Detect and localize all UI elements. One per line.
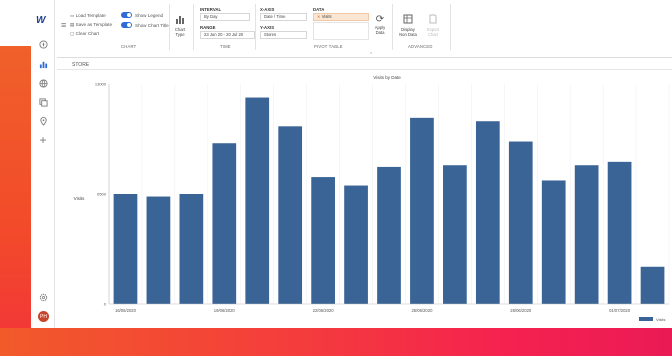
y-tick-label: 13000 <box>95 82 107 87</box>
copy-icon[interactable] <box>37 96 49 108</box>
bar[interactable] <box>245 97 270 305</box>
export-icon <box>423 14 443 27</box>
bar[interactable] <box>278 126 303 304</box>
bar[interactable] <box>607 161 632 304</box>
avatar[interactable]: PH <box>38 311 49 322</box>
ribbon-separator <box>450 4 451 50</box>
interval-heading: INTERVAL <box>200 7 222 12</box>
chart-title: Visits by Date <box>373 75 401 80</box>
data-heading: DATA <box>313 7 325 12</box>
clear-chart-button[interactable]: ▢ Clear Chart <box>70 31 99 37</box>
ribbon-separator <box>193 4 194 50</box>
export-chart-button[interactable]: Export Chart <box>423 14 443 37</box>
x-axis-select[interactable]: Date / Time <box>260 13 307 21</box>
apply-data-button[interactable]: ⟳ Apply Data <box>373 14 387 35</box>
y-axis: 0 6500 13000 <box>95 82 110 307</box>
bar[interactable] <box>443 165 467 304</box>
load-template-button[interactable]: ▭ Load Template <box>70 13 106 19</box>
plus-icon[interactable]: + <box>37 133 49 147</box>
load-template-label: Load Template <box>75 13 106 18</box>
table-icon <box>397 14 419 27</box>
x-tick-label: 01/07/2020 <box>609 308 631 313</box>
y-axis-label: Visits <box>74 196 85 201</box>
bar-chart-icon <box>173 14 187 27</box>
refresh-icon: ⟳ <box>375 14 385 25</box>
location-pin-icon[interactable] <box>37 115 49 127</box>
chart-group-label: CHART <box>121 44 137 49</box>
x-tick-label: 28/06/2020 <box>510 308 532 313</box>
legend: Visits <box>639 317 665 322</box>
show-legend-toggle[interactable] <box>121 12 132 18</box>
y-tick-label: 0 <box>104 302 107 307</box>
x-tick-label: 19/06/2020 <box>214 308 236 313</box>
bar-chart: Visits by Date Visits 0 6500 13000 16/06/2… <box>74 75 670 322</box>
app-logo[interactable]: W <box>36 15 46 26</box>
pivot-table-group-label: PIVOT TABLE <box>314 44 343 49</box>
bar[interactable] <box>377 166 401 304</box>
apply-data-label: Apply Data <box>374 25 386 35</box>
store-label: STORE <box>72 62 90 68</box>
globe-icon[interactable] <box>37 77 49 89</box>
range-picker[interactable]: 23 Jun 20 - 20 Jul 20 <box>200 31 255 39</box>
x-tick-label: 16/06/2020 <box>115 308 137 313</box>
sidebar: W + PH <box>31 0 55 328</box>
display-non-data-label: Display Non Data <box>399 27 417 37</box>
y-tick-label: 6500 <box>97 192 107 197</box>
y-axis-select[interactable]: Stores <box>260 31 307 39</box>
chart-type-label: Chart Type <box>174 27 186 37</box>
bar-chart-icon[interactable] <box>37 58 49 70</box>
save-as-template-button[interactable]: ▤ Save as Template <box>70 22 112 28</box>
bars <box>113 84 670 305</box>
y-axis-heading: Y-AXIS <box>260 25 275 30</box>
ribbon-separator <box>392 4 393 50</box>
ribbon-separator <box>255 4 256 50</box>
x-axis-heading: X-AXIS <box>260 7 275 12</box>
bar[interactable] <box>311 177 335 304</box>
show-chart-title-label: Show Chart Title <box>135 23 169 28</box>
save-as-template-label: Save as Template <box>75 22 113 27</box>
close-icon[interactable]: ✕ <box>317 14 321 19</box>
x-tick-label: 25/06/2020 <box>411 308 433 313</box>
background-gradient-bottom <box>0 328 672 356</box>
collapse-ribbon-icon[interactable]: ⌃ <box>369 52 373 58</box>
bar[interactable] <box>541 180 566 304</box>
export-chart-label: Export Chart <box>426 27 440 37</box>
advanced-group-label: ADVANCED <box>408 44 433 49</box>
show-chart-title-toggle[interactable] <box>121 22 132 28</box>
bar[interactable] <box>344 185 368 304</box>
legend-label: Visits <box>656 317 665 322</box>
data-chip[interactable]: ✕ Visits <box>313 13 369 21</box>
settings-icon[interactable] <box>37 291 49 303</box>
bar[interactable] <box>508 141 533 304</box>
bar[interactable] <box>179 194 204 304</box>
chart-type-button[interactable]: Chart Type <box>173 14 187 37</box>
bar[interactable] <box>410 117 434 304</box>
clear-chart-label: Clear Chart <box>75 31 100 36</box>
time-group-label: TIME <box>220 44 231 49</box>
x-tick-label: 22/06/2020 <box>313 308 335 313</box>
bar[interactable] <box>146 196 171 304</box>
display-non-data-button[interactable]: Display Non Data <box>397 14 419 37</box>
bar[interactable] <box>113 194 138 304</box>
range-heading: RANGE <box>200 25 216 30</box>
x-axis: 16/06/2020 19/06/2020 22/06/2020 25/06/2020… <box>109 303 669 313</box>
ribbon-toolbar: ≡ ▭ Load Template ▤ Save as Template ▢ C… <box>57 0 672 58</box>
data-drop-zone[interactable] <box>313 22 369 40</box>
ribbon-separator <box>169 4 170 50</box>
legend-swatch <box>639 317 653 321</box>
bar[interactable] <box>475 121 500 304</box>
bar[interactable] <box>212 143 237 304</box>
bar[interactable] <box>574 165 599 304</box>
bar[interactable] <box>640 266 665 304</box>
compass-icon[interactable] <box>37 38 49 50</box>
menu-icon[interactable]: ≡ <box>61 20 66 30</box>
data-chip-label: Visits <box>321 14 332 19</box>
interval-select[interactable]: By Day <box>200 13 250 21</box>
show-legend-label: Show Legend <box>135 13 164 18</box>
